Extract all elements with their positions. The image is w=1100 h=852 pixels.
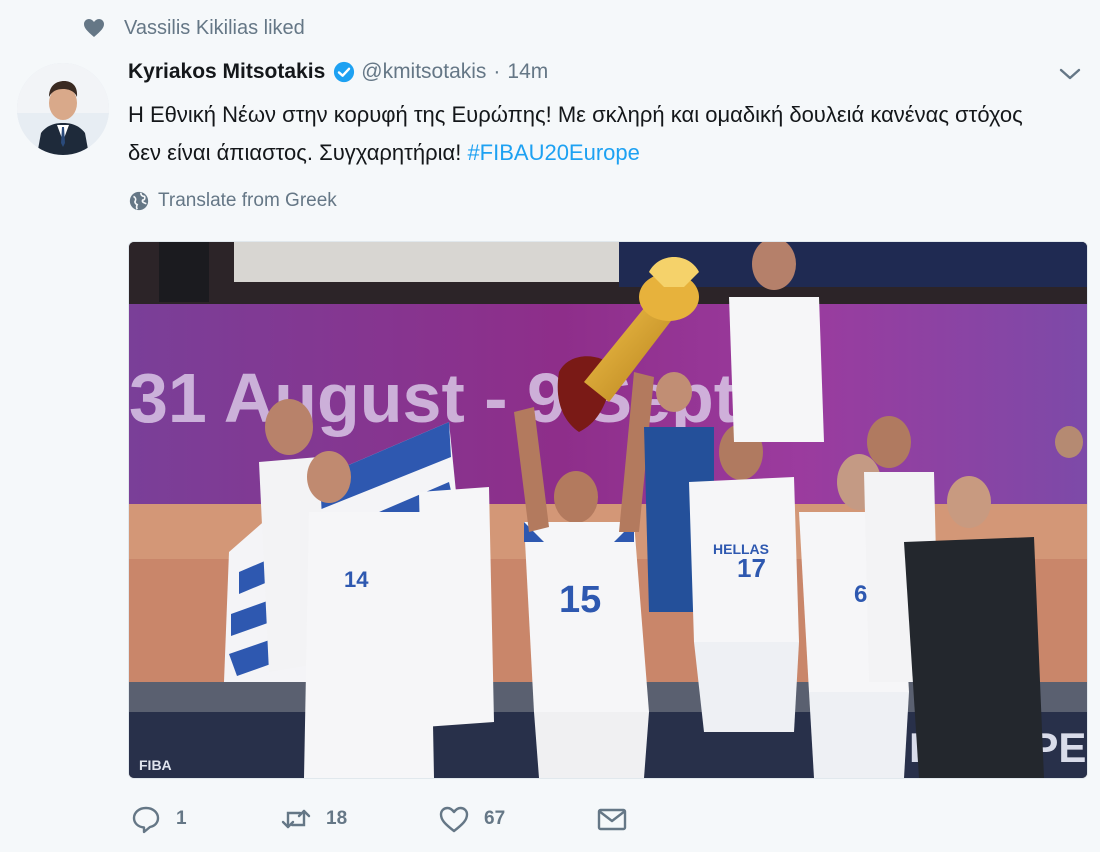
heart-icon: [84, 19, 104, 37]
avatar-image: [17, 63, 109, 155]
avatar[interactable]: [17, 63, 109, 155]
chevron-down-icon[interactable]: [1057, 64, 1083, 84]
like-heart-icon: [439, 806, 469, 833]
jersey-number-17: 17: [737, 553, 766, 583]
celebration-photo: 31 August - 9 Sept EUROPE FIBA 14: [129, 242, 1087, 778]
fiba-corner-label: FIBA: [139, 757, 172, 773]
reply-count: 1: [176, 808, 187, 829]
like-button[interactable]: 67: [438, 803, 596, 835]
social-context[interactable]: Vassilis Kikilias liked: [82, 16, 305, 40]
jersey-number-15: 15: [559, 579, 601, 621]
tweet-header: Kyriakos Mitsotakis @kmitsotakis · 14m: [128, 60, 548, 84]
jersey-hellas: HELLAS: [713, 541, 769, 557]
retweet-count: 18: [326, 808, 348, 829]
author-screen-name[interactable]: @kmitsotakis: [361, 60, 486, 84]
jersey-number-6: 6: [854, 581, 867, 608]
tweet-timestamp[interactable]: 14m: [507, 60, 548, 84]
verified-badge-icon: [334, 61, 355, 83]
hashtag-link[interactable]: #FIBAU20Europe: [467, 140, 639, 165]
retweet-button[interactable]: 18: [280, 803, 438, 835]
jersey-number-14: 14: [344, 567, 369, 592]
globe-icon: [129, 191, 149, 211]
like-count: 67: [484, 808, 506, 829]
header-separator: ·: [493, 60, 501, 83]
tweet-text: Η Εθνική Νέων στην κορυφή της Ευρώπης! Μ…: [128, 96, 1058, 172]
retweet-icon: [281, 809, 311, 829]
translate-link[interactable]: Translate from Greek: [128, 190, 337, 212]
tweet-actions: 1 18 67: [130, 803, 642, 835]
tweet-media-photo[interactable]: 31 August - 9 Sept EUROPE FIBA 14: [128, 241, 1088, 779]
direct-message-button[interactable]: [596, 803, 642, 835]
reply-icon: [132, 806, 160, 834]
envelope-icon: [597, 808, 627, 831]
social-context-text: Vassilis Kikilias liked: [124, 16, 305, 39]
reply-button[interactable]: 1: [130, 803, 280, 835]
author-fullname[interactable]: Kyriakos Mitsotakis: [128, 60, 325, 84]
translate-label: Translate from Greek: [158, 190, 337, 211]
